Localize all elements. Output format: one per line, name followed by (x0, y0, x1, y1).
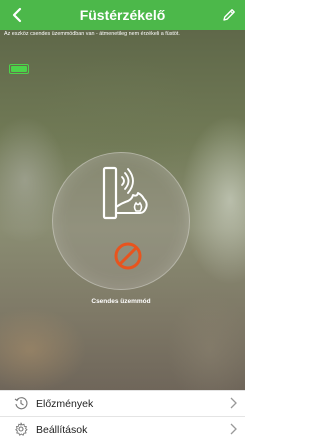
battery-icon (9, 64, 29, 74)
chevron-right-icon (230, 423, 237, 435)
gear-icon (15, 422, 28, 436)
page-title: Füstérzékelő (79, 7, 166, 23)
header-bar: Füstérzékelő (0, 0, 245, 30)
edit-button[interactable] (218, 4, 240, 26)
menu-item-history[interactable]: Előzmények (0, 390, 245, 416)
chevron-right-icon (230, 397, 237, 409)
menu-item-settings[interactable]: Beállítások (0, 416, 245, 442)
no-symbol-icon (114, 242, 142, 270)
smoke-detector-screen: Füstérzékelő Az eszköz csendes üzemmódba… (0, 0, 245, 442)
pencil-icon (223, 9, 235, 21)
menu-item-label: Előzmények (36, 397, 94, 410)
battery-level-fill (11, 66, 27, 72)
mode-label: Csendes üzemmód (91, 298, 151, 305)
back-button[interactable] (6, 4, 28, 26)
menu-item-label: Beállítások (36, 423, 88, 436)
chevron-left-icon (12, 7, 22, 23)
silent-mode-notice: Az eszköz csendes üzemmódban van - átmen… (4, 31, 180, 37)
history-icon (14, 397, 28, 410)
menu-list: Előzmények Beállítások (0, 390, 245, 442)
smoke-detector-icon (102, 166, 148, 220)
